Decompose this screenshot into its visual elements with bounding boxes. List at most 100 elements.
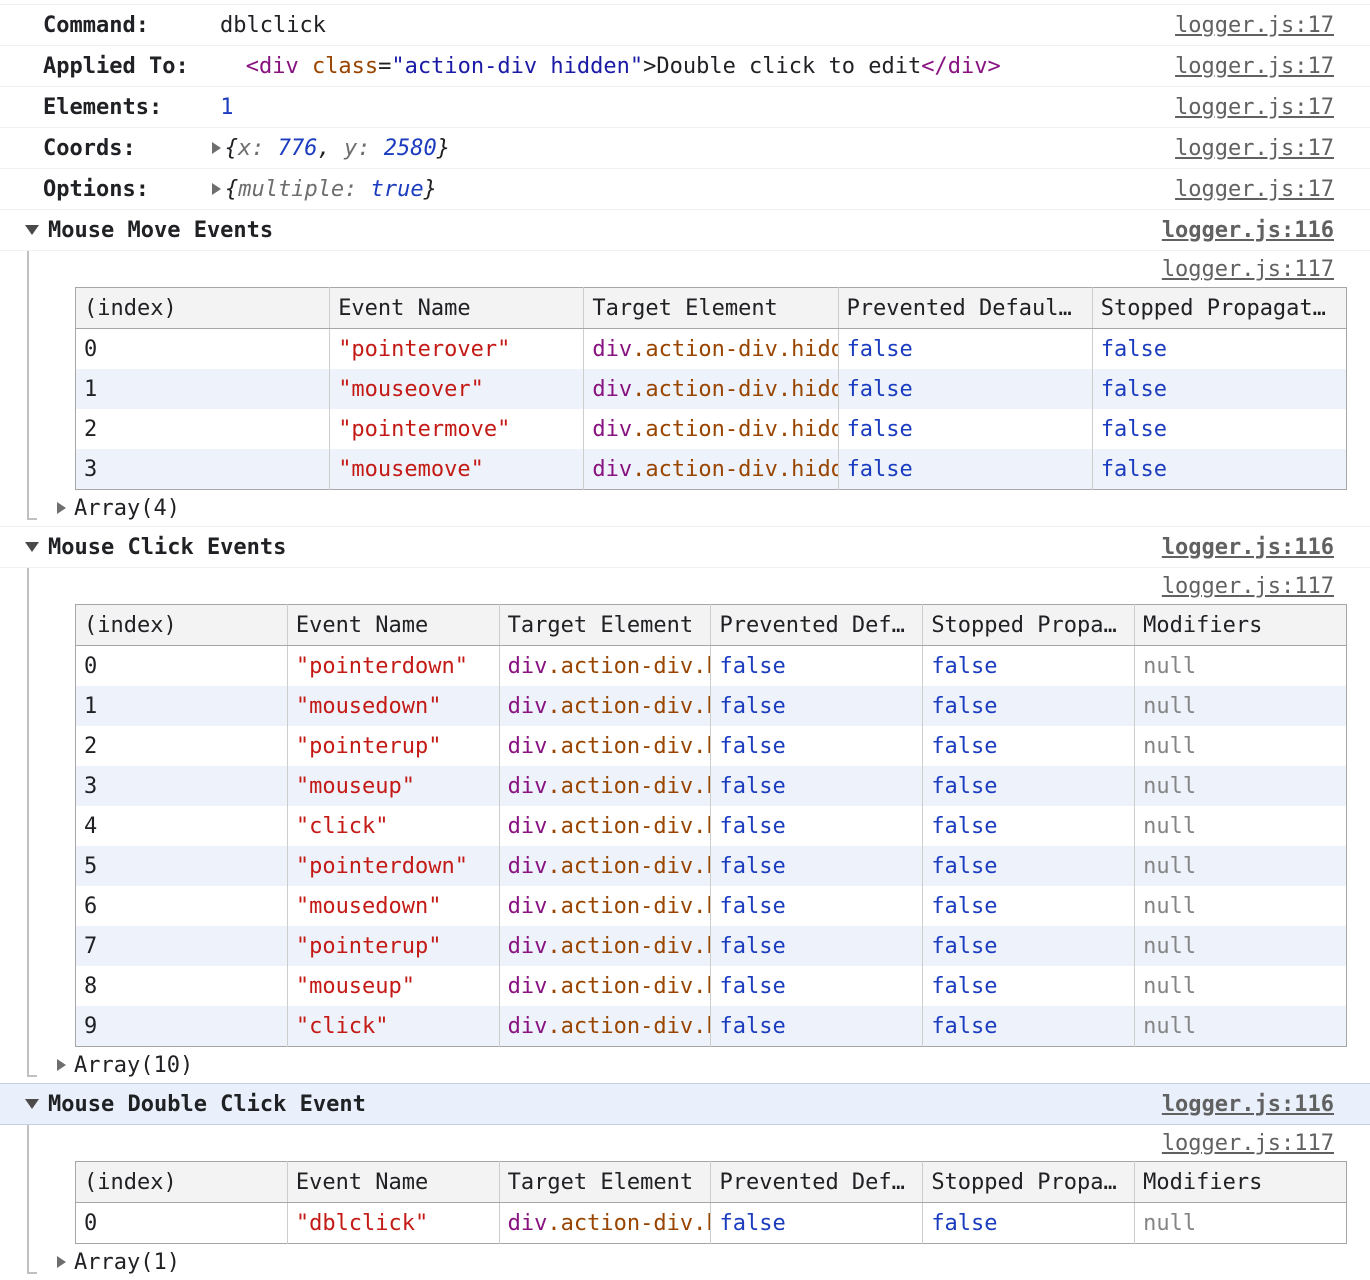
column-header[interactable]: Target Element — [584, 288, 838, 329]
array-expander[interactable]: Array(1) — [0, 1244, 1370, 1280]
column-header[interactable]: Event Name — [287, 605, 499, 646]
object-preview-coords[interactable]: {x: 776, y: 2580} — [225, 136, 450, 161]
group-header-mouse-move-events[interactable]: Mouse Move Events logger.js:116 — [0, 210, 1370, 251]
column-header[interactable]: Stopped Propa… — [923, 1162, 1135, 1203]
cell-prevented: false — [711, 726, 923, 766]
column-header[interactable]: Stopped Propa… — [923, 605, 1135, 646]
source-link[interactable]: logger.js:17 — [1175, 54, 1334, 79]
expand-arrow-icon[interactable] — [57, 502, 66, 514]
cell-event: "pointerup" — [287, 926, 499, 966]
table-header-row: (index)Event NameTarget ElementPrevented… — [76, 1162, 1347, 1203]
cell-target: div.action-div.hidden — [499, 846, 711, 886]
object-preview-options[interactable]: {multiple: true} — [225, 177, 437, 202]
source-link[interactable]: logger.js:17 — [1175, 13, 1334, 38]
source-link[interactable]: logger.js:116 — [1162, 535, 1334, 560]
console-table: (index)Event NameTarget ElementPrevented… — [75, 1161, 1347, 1244]
column-header[interactable]: Prevented Def… — [711, 605, 923, 646]
cell-prevented: false — [838, 329, 1092, 370]
column-header[interactable]: Modifiers — [1135, 605, 1347, 646]
cell-event: "pointermove" — [330, 409, 584, 449]
source-link[interactable]: logger.js:116 — [1162, 1092, 1334, 1117]
selector-tag: div — [508, 934, 548, 959]
table-row: 3"mousemove"div.action-div.hiddenfalsefa… — [76, 449, 1347, 490]
source-link[interactable]: logger.js:17 — [1175, 136, 1334, 161]
source-link[interactable]: logger.js:117 — [1162, 1131, 1334, 1156]
source-link[interactable]: logger.js:117 — [1162, 574, 1334, 599]
cell-event: "click" — [287, 806, 499, 846]
cell-target: div.action-div.hidden — [499, 1203, 711, 1244]
column-header[interactable]: Prevented Def… — [711, 1162, 923, 1203]
log-label-options: Options: — [43, 177, 149, 202]
array-expander[interactable]: Array(10) — [0, 1047, 1370, 1083]
cell-event: "mouseup" — [287, 966, 499, 1006]
expand-arrow-icon[interactable] — [57, 1256, 66, 1268]
source-link[interactable]: logger.js:17 — [1175, 95, 1334, 120]
expand-arrow-icon[interactable] — [212, 142, 221, 154]
collapse-arrow-icon[interactable] — [25, 1099, 39, 1109]
node-tag-open: <div — [246, 54, 312, 79]
column-header[interactable]: Modifiers — [1135, 1162, 1347, 1203]
cell-target: div.action-div.hidden — [584, 449, 838, 490]
cell-target: div.action-div.hidden — [499, 726, 711, 766]
cell-event: "pointerover" — [330, 329, 584, 370]
column-header[interactable]: Target Element — [499, 605, 711, 646]
array-expander[interactable]: Array(4) — [0, 490, 1370, 526]
cell-target: div.action-div.hidden — [499, 966, 711, 1006]
group-body-mouse-click-events: logger.js:117 (index)Event NameTarget El… — [0, 568, 1370, 1083]
selector-classes: .action-div.hidden — [632, 337, 838, 362]
column-header[interactable]: (index) — [76, 605, 288, 646]
cell-prevented: false — [711, 806, 923, 846]
group-title: Mouse Move Events — [48, 218, 273, 243]
selector-classes: .action-div.hidden — [632, 457, 838, 482]
selector-classes: .action-div.hidden — [547, 1014, 711, 1039]
column-header[interactable]: Prevented Defaul… — [838, 288, 1092, 329]
dom-node-preview[interactable]: <div class="action-div hidden">Double cl… — [246, 54, 1001, 79]
expand-arrow-icon[interactable] — [57, 1059, 66, 1071]
column-header[interactable]: Target Element — [499, 1162, 711, 1203]
cell-stopped: false — [923, 806, 1135, 846]
table-row: 1"mouseover"div.action-div.hiddenfalsefa… — [76, 369, 1347, 409]
cell-target: div.action-div.hidden — [499, 686, 711, 726]
table-row: 5"pointerdown"div.action-div.hiddenfalse… — [76, 846, 1347, 886]
group-header-mouse-click-events[interactable]: Mouse Click Events logger.js:116 — [0, 526, 1370, 568]
source-link[interactable]: logger.js:17 — [1175, 177, 1334, 202]
group-title: Mouse Double Click Event — [48, 1092, 366, 1117]
column-header[interactable]: Stopped Propagat… — [1092, 288, 1346, 329]
column-header[interactable]: Event Name — [330, 288, 584, 329]
node-equals: = — [378, 54, 391, 79]
cell-stopped: false — [1092, 369, 1346, 409]
column-header[interactable]: (index) — [76, 288, 330, 329]
source-link[interactable]: logger.js:117 — [1162, 257, 1334, 282]
console-row-elements: Elements: 1 logger.js:17 — [0, 87, 1370, 128]
console-row-coords: Coords: {x: 776, y: 2580} logger.js:17 — [0, 128, 1370, 169]
node-bracket: > — [643, 54, 656, 79]
cell-stopped: false — [923, 646, 1135, 687]
selector-classes: .action-div.hidden — [547, 694, 711, 719]
cell-index: 2 — [76, 726, 288, 766]
collapse-arrow-icon[interactable] — [25, 225, 39, 235]
expand-arrow-icon[interactable] — [212, 183, 221, 195]
cell-target: div.action-div.hidden — [499, 926, 711, 966]
cell-stopped: false — [923, 1203, 1135, 1244]
cell-modifiers: null — [1135, 646, 1347, 687]
cell-target: div.action-div.hidden — [499, 886, 711, 926]
source-link[interactable]: logger.js:116 — [1162, 218, 1334, 243]
cell-index: 1 — [76, 686, 288, 726]
cell-event: "mouseup" — [287, 766, 499, 806]
console-table: (index)Event NameTarget ElementPrevented… — [75, 604, 1347, 1047]
group-header-mouse-double-click-event[interactable]: Mouse Double Click Event logger.js:116 — [0, 1083, 1370, 1125]
selector-tag: div — [508, 814, 548, 839]
selector-tag: div — [592, 337, 632, 362]
column-header[interactable]: (index) — [76, 1162, 288, 1203]
brace: } — [437, 136, 450, 161]
group-indent-guide — [27, 568, 37, 1077]
selector-tag: div — [592, 377, 632, 402]
column-header[interactable]: Event Name — [287, 1162, 499, 1203]
console-table: (index)Event NameTarget ElementPrevented… — [75, 287, 1347, 490]
node-attr-name: class — [312, 54, 378, 79]
selector-classes: .action-div.hidden — [547, 734, 711, 759]
table-row: 0"pointerdown"div.action-div.hiddenfalse… — [76, 646, 1347, 687]
object-value: true — [371, 177, 424, 202]
cell-modifiers: null — [1135, 686, 1347, 726]
collapse-arrow-icon[interactable] — [25, 542, 39, 552]
